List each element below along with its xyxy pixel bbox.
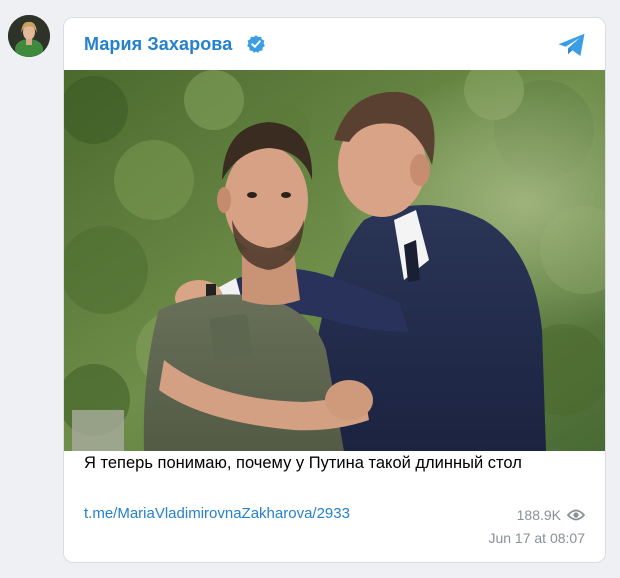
channel-name[interactable]: Мария Захарова bbox=[84, 34, 232, 55]
channel-avatar[interactable] bbox=[8, 15, 50, 57]
view-count: 188.9K bbox=[517, 507, 585, 523]
post-caption: Я теперь понимаю, почему у Путина такой … bbox=[84, 454, 522, 472]
post-link[interactable]: t.me/MariaVladimirovnaZakharova/2933 bbox=[84, 505, 350, 522]
view-count-value: 188.9K bbox=[516, 507, 561, 523]
post-date: Jun 17 at 08:07 bbox=[488, 530, 585, 546]
avatar-image bbox=[8, 15, 50, 57]
eye-icon bbox=[567, 509, 585, 521]
telegram-plane-icon[interactable] bbox=[557, 32, 587, 58]
post-card: Мария Захарова Я теперь понимаю, почему … bbox=[63, 17, 606, 563]
verified-check-icon bbox=[247, 35, 265, 53]
post-photo[interactable] bbox=[64, 70, 605, 451]
post-header: Мария Захарова bbox=[64, 18, 605, 70]
photo-image bbox=[64, 70, 605, 451]
